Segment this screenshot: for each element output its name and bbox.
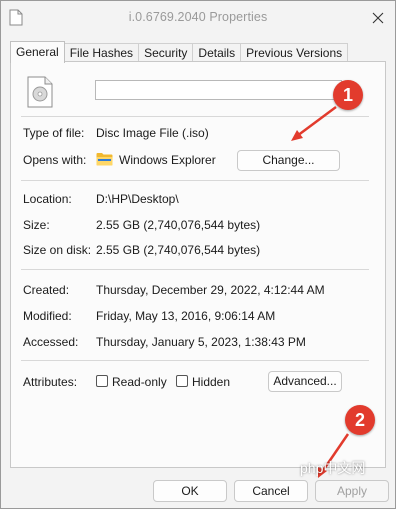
created-value: Thursday, December 29, 2022, 4:12:44 AM bbox=[96, 283, 325, 297]
type-of-file-value: Disc Image File (.iso) bbox=[96, 126, 209, 140]
disc-image-icon bbox=[27, 76, 53, 108]
size-on-disk-value: 2.55 GB (2,740,076,544 bytes) bbox=[96, 243, 261, 257]
advanced-button[interactable]: Advanced... bbox=[268, 371, 342, 392]
tab-previous-versions[interactable]: Previous Versions bbox=[240, 43, 349, 63]
size-on-disk-label: Size on disk: bbox=[23, 243, 92, 257]
readonly-label: Read-only bbox=[112, 375, 167, 389]
general-panel bbox=[10, 61, 386, 468]
modified-label: Modified: bbox=[23, 309, 72, 323]
watermark: php中文网 bbox=[300, 460, 366, 476]
close-icon[interactable] bbox=[367, 8, 389, 28]
window-title: i.0.6769.2040 Properties bbox=[128, 10, 268, 24]
change-button[interactable]: Change... bbox=[237, 150, 340, 171]
modified-value: Friday, May 13, 2016, 9:06:14 AM bbox=[96, 309, 276, 323]
size-label: Size: bbox=[23, 218, 50, 232]
hidden-label: Hidden bbox=[192, 375, 231, 389]
tab-strip: General File Hashes Security Details Pre… bbox=[10, 41, 349, 63]
title-bar: i.0.6769.2040 Properties bbox=[1, 1, 395, 35]
divider bbox=[21, 180, 369, 181]
folder-icon bbox=[96, 153, 113, 166]
annotation-badge-2: 2 bbox=[345, 405, 375, 435]
tab-file-hashes[interactable]: File Hashes bbox=[63, 43, 140, 63]
size-value: 2.55 GB (2,740,076,544 bytes) bbox=[96, 218, 261, 232]
tab-details[interactable]: Details bbox=[192, 43, 242, 63]
cancel-button[interactable]: Cancel bbox=[234, 480, 308, 502]
divider bbox=[21, 116, 369, 117]
attributes-label: Attributes: bbox=[23, 375, 78, 389]
properties-dialog: i.0.6769.2040 Properties General File Ha… bbox=[0, 0, 396, 509]
ok-button[interactable]: OK bbox=[153, 480, 227, 502]
readonly-checkbox[interactable] bbox=[96, 375, 108, 387]
divider bbox=[21, 269, 369, 270]
opens-with-value: Windows Explorer bbox=[119, 153, 216, 167]
hidden-checkbox[interactable] bbox=[176, 375, 188, 387]
type-of-file-label: Type of file: bbox=[23, 126, 85, 140]
tab-general[interactable]: General bbox=[10, 41, 65, 63]
created-label: Created: bbox=[23, 283, 70, 297]
file-name-input[interactable] bbox=[95, 80, 342, 100]
accessed-label: Accessed: bbox=[23, 335, 79, 349]
apply-button[interactable]: Apply bbox=[315, 480, 389, 502]
tab-security[interactable]: Security bbox=[138, 43, 194, 63]
annotation-badge-1: 1 bbox=[333, 80, 363, 110]
location-label: Location: bbox=[23, 192, 72, 206]
opens-with-label: Opens with: bbox=[23, 153, 87, 167]
location-value: D:\HP\Desktop\ bbox=[96, 192, 179, 206]
accessed-value: Thursday, January 5, 2023, 1:38:43 PM bbox=[96, 335, 306, 349]
divider bbox=[21, 360, 369, 361]
